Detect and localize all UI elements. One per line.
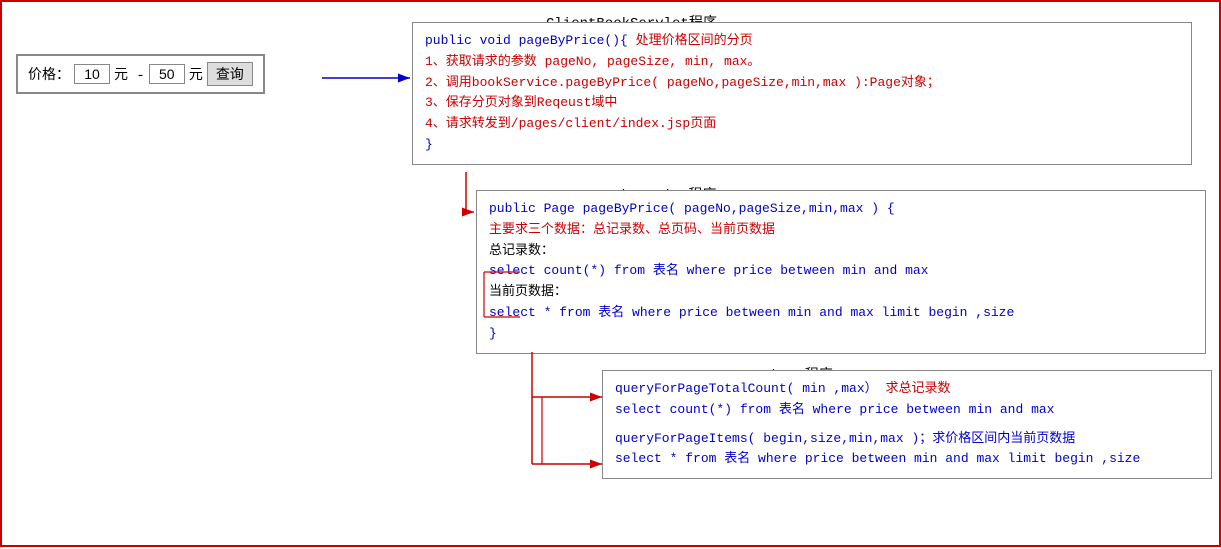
service-line-4: select count(*) from 表名 where price betw… bbox=[489, 261, 1193, 282]
client-line-4: 3、保存分页对象到Reqeust域中 bbox=[425, 93, 1179, 114]
dao-line-1: queryForPageTotalCount( min ,max） 求总记录数 bbox=[615, 379, 1199, 400]
code-span: queryForPageTotalCount( min ,max） bbox=[615, 381, 878, 396]
code-span: 当前页数据： bbox=[489, 284, 567, 299]
book-dao-box: queryForPageTotalCount( min ,max） 求总记录数 … bbox=[602, 370, 1212, 479]
service-line-1: public Page pageByPrice( pageNo,pageSize… bbox=[489, 199, 1193, 220]
book-service-box: public Page pageByPrice( pageNo,pageSize… bbox=[476, 190, 1206, 354]
service-line-2: 主要求三个数据：总记录数、总页码、当前页数据 bbox=[489, 220, 1193, 241]
service-line-5: 当前页数据： bbox=[489, 282, 1193, 303]
code-span: 总记录数： bbox=[489, 243, 554, 258]
service-line-3: 总记录数： bbox=[489, 241, 1193, 262]
code-span: select count(*) from 表名 where price betw… bbox=[489, 263, 928, 278]
code-span: } bbox=[425, 137, 433, 152]
code-span: 主要求三个数据：总记录数、总页码、当前页数据 bbox=[489, 222, 775, 237]
client-line-5: 4、请求转发到/pages/client/index.jsp页面 bbox=[425, 114, 1179, 135]
unit1-label: 元 - bbox=[114, 64, 145, 84]
code-span: select * from 表名 where price between min… bbox=[615, 451, 1140, 466]
code-span: 处理价格区间的分页 bbox=[636, 33, 753, 48]
code-span: select count(*) from 表名 where price betw… bbox=[615, 402, 1054, 417]
dao-spacer bbox=[615, 421, 1199, 429]
client-line-2: 1、获取请求的参数 pageNo, pageSize, min, max。 bbox=[425, 52, 1179, 73]
price-filter: 价格： 元 - 元 查询 bbox=[16, 54, 265, 94]
service-line-6: select * from 表名 where price between min… bbox=[489, 303, 1193, 324]
unit2-label: 元 bbox=[189, 64, 203, 84]
client-line-6: } bbox=[425, 135, 1179, 156]
main-container: 价格： 元 - 元 查询 ClientBookServlet程序 public … bbox=[0, 0, 1221, 547]
code-span: } bbox=[489, 326, 497, 341]
dao-line-3: queryForPageItems( begin,size,min,max )；… bbox=[615, 429, 1199, 450]
query-button[interactable]: 查询 bbox=[207, 62, 253, 86]
code-span: 3、保存分页对象到Reqeust域中 bbox=[425, 95, 617, 110]
price-label: 价格： bbox=[28, 64, 70, 84]
client-line-3: 2、调用bookService.pageByPrice( pageNo,page… bbox=[425, 73, 1179, 94]
code-span: 2、调用bookService.pageByPrice( pageNo,page… bbox=[425, 75, 940, 90]
service-line-7: } bbox=[489, 324, 1193, 345]
code-span: 求总记录数 bbox=[885, 381, 950, 396]
code-span: queryForPageItems( begin,size,min,max )；… bbox=[615, 431, 1075, 446]
code-span: public void pageByPrice(){ bbox=[425, 33, 628, 48]
dao-line-4: select * from 表名 where price between min… bbox=[615, 449, 1199, 470]
code-span: public Page pageByPrice( pageNo,pageSize… bbox=[489, 201, 895, 216]
code-span: select * from 表名 where price between min… bbox=[489, 305, 1014, 320]
dao-line-2: select count(*) from 表名 where price betw… bbox=[615, 400, 1199, 421]
max-price-input[interactable] bbox=[149, 64, 185, 84]
min-price-input[interactable] bbox=[74, 64, 110, 84]
client-servlet-box: public void pageByPrice(){ 处理价格区间的分页 1、获… bbox=[412, 22, 1192, 165]
client-line-1: public void pageByPrice(){ 处理价格区间的分页 bbox=[425, 31, 1179, 52]
code-span: 1、获取请求的参数 pageNo, pageSize, min, max。 bbox=[425, 54, 760, 69]
code-span: 4、请求转发到/pages/client/index.jsp页面 bbox=[425, 116, 716, 131]
